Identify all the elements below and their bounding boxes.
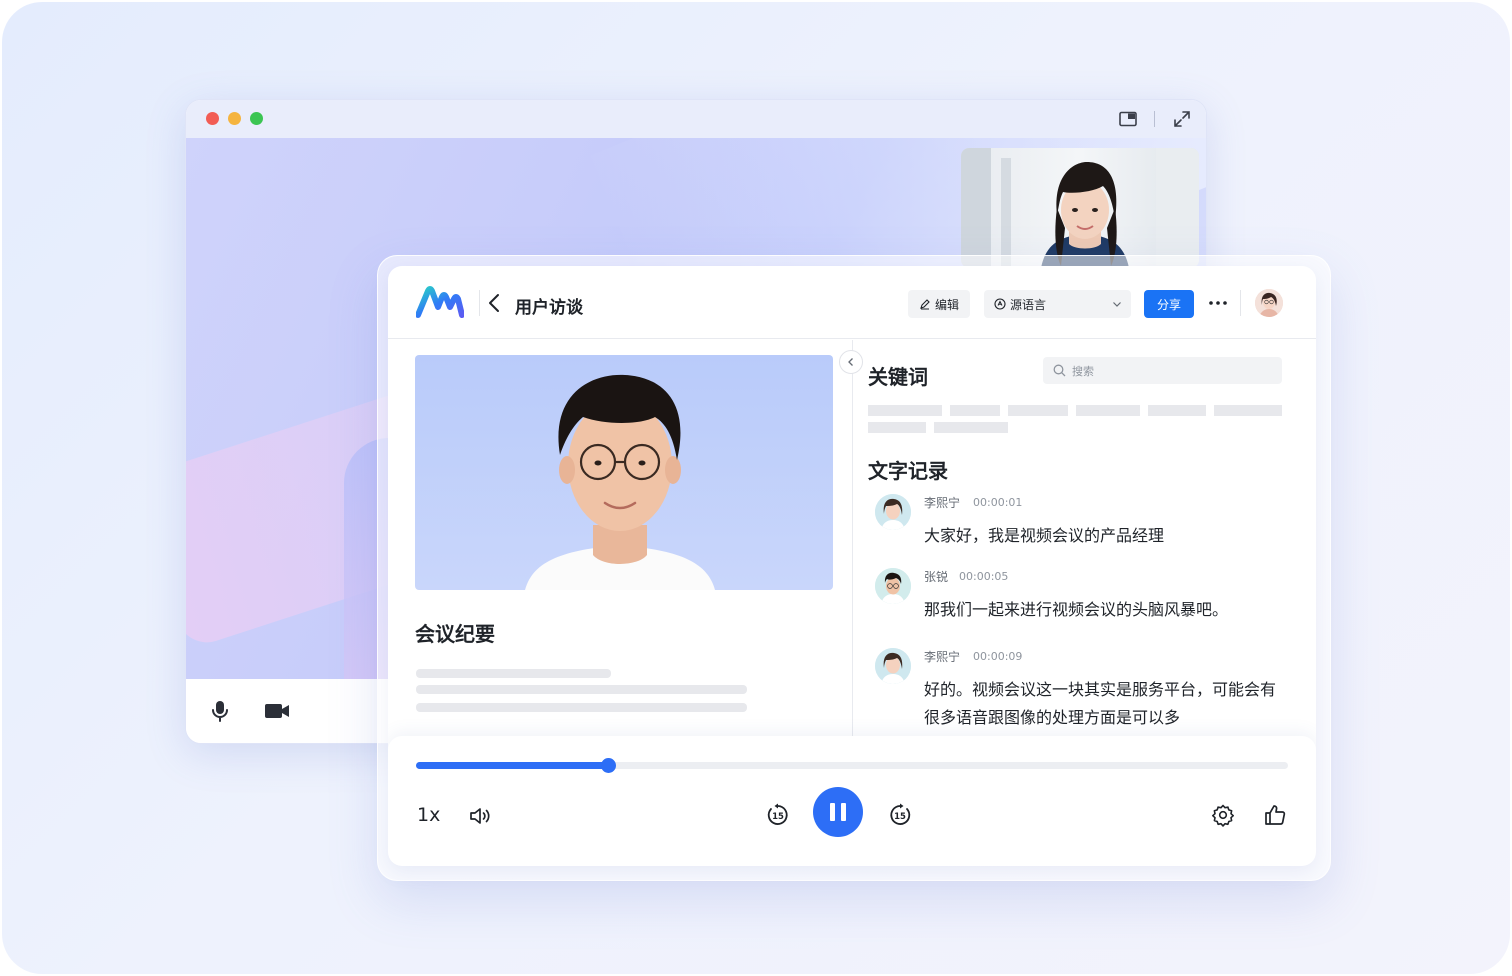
participant-woman-image bbox=[961, 148, 1199, 268]
header-divider bbox=[479, 290, 480, 316]
search-placeholder: 搜索 bbox=[1072, 364, 1094, 378]
edit-button[interactable]: 编辑 bbox=[908, 290, 970, 318]
pip-icon[interactable] bbox=[1118, 109, 1138, 129]
rewind-seconds: 15 bbox=[772, 812, 784, 822]
speaker-avatar bbox=[875, 648, 911, 684]
speaker-name: 张锐 bbox=[924, 570, 949, 584]
minimize-window-button[interactable] bbox=[228, 112, 241, 125]
camera-icon[interactable] bbox=[264, 699, 290, 723]
transcript-entry[interactable]: 张锐 00:00:05 那我们一起来进行视频会议的头脑风暴吧。 bbox=[875, 568, 1295, 628]
speaker-woman-image bbox=[875, 494, 911, 530]
titlebar-divider bbox=[1154, 111, 1155, 127]
keywords-title: 关键词 bbox=[868, 365, 928, 389]
keyword-tag[interactable] bbox=[868, 422, 926, 433]
microphone-icon[interactable] bbox=[208, 699, 232, 723]
entry-timestamp: 00:00:01 bbox=[973, 496, 1023, 509]
app-header: 用户访谈 编辑 源语言 分享 bbox=[388, 266, 1316, 339]
interviewee-video[interactable] bbox=[415, 355, 833, 590]
close-window-button[interactable] bbox=[206, 112, 219, 125]
window-titlebar bbox=[186, 100, 1206, 138]
keyword-tag[interactable] bbox=[1076, 405, 1140, 416]
speaker-avatar bbox=[875, 494, 911, 530]
back-icon[interactable] bbox=[486, 292, 504, 314]
keyword-tag[interactable] bbox=[950, 405, 1000, 416]
entry-text: 那我们一起来进行视频会议的头脑风暴吧。 bbox=[924, 600, 1229, 619]
chevron-left-icon bbox=[848, 358, 853, 366]
more-icon[interactable] bbox=[1206, 293, 1230, 313]
media-player: 1x 15 15 bbox=[388, 736, 1316, 866]
speaker-man-image bbox=[875, 568, 911, 604]
pause-button[interactable] bbox=[813, 787, 863, 837]
progress-track[interactable] bbox=[416, 758, 1288, 773]
speaker-woman-image bbox=[875, 648, 911, 684]
search-icon bbox=[1053, 364, 1066, 377]
playback-speed-button[interactable]: 1x bbox=[417, 804, 440, 826]
entry-timestamp: 00:00:09 bbox=[973, 650, 1023, 663]
rewind-15-icon[interactable]: 15 bbox=[765, 802, 791, 828]
settings-icon[interactable] bbox=[1211, 803, 1235, 827]
edit-label: 编辑 bbox=[934, 297, 959, 312]
meeting-record-app: 用户访谈 编辑 源语言 分享 会议纪要 关键词 搜索 文字记录 李熙宁 00:0… bbox=[388, 266, 1316, 866]
forward-15-icon[interactable]: 15 bbox=[887, 802, 913, 828]
transcript-entry[interactable]: 李熙宁 00:00:01 大家好，我是视频会议的产品经理 bbox=[875, 494, 1295, 554]
page-title: 用户访谈 bbox=[515, 298, 583, 318]
transcript-entry[interactable]: 李熙宁 00:00:09 好的。视频会议这一块其实是服务平台，可能会有很多语音跟… bbox=[875, 648, 1295, 740]
keyword-tag[interactable] bbox=[868, 405, 942, 416]
translate-icon bbox=[994, 298, 1006, 310]
keyword-tag[interactable] bbox=[1214, 405, 1282, 416]
header-divider bbox=[1240, 290, 1241, 316]
pause-icon bbox=[841, 803, 846, 821]
keyword-tag[interactable] bbox=[1008, 405, 1068, 416]
app-logo bbox=[416, 286, 464, 318]
summary-placeholder-line bbox=[416, 685, 747, 694]
search-input[interactable]: 搜索 bbox=[1043, 357, 1282, 384]
keyword-tag[interactable] bbox=[934, 422, 1008, 433]
fullscreen-icon[interactable] bbox=[1172, 109, 1192, 129]
edit-icon bbox=[920, 299, 930, 310]
summary-placeholder-line bbox=[416, 669, 611, 678]
entry-text: 大家好，我是视频会议的产品经理 bbox=[924, 526, 1165, 545]
maximize-window-button[interactable] bbox=[250, 112, 263, 125]
participant-thumbnail[interactable] bbox=[961, 148, 1199, 268]
forward-seconds: 15 bbox=[894, 812, 906, 822]
speaker-name: 李熙宁 bbox=[924, 496, 961, 510]
volume-icon[interactable] bbox=[468, 804, 492, 828]
keyword-tag[interactable] bbox=[1148, 405, 1206, 416]
entry-timestamp: 00:00:05 bbox=[959, 570, 1009, 583]
interviewee-man-image bbox=[525, 374, 715, 590]
user-avatar-image bbox=[1255, 289, 1283, 317]
collapse-panel-button[interactable] bbox=[839, 350, 863, 374]
language-label: 源语言 bbox=[1010, 297, 1047, 312]
progress-fill bbox=[416, 762, 608, 769]
entry-text: 好的。视频会议这一块其实是服务平台，可能会有很多语音跟图像的处理方面是可以多 bbox=[924, 680, 1277, 727]
transcript-title: 文字记录 bbox=[868, 459, 948, 483]
share-button[interactable]: 分享 bbox=[1144, 290, 1194, 318]
summary-placeholder-line bbox=[416, 703, 747, 712]
progress-handle[interactable] bbox=[600, 758, 616, 773]
user-avatar[interactable] bbox=[1255, 289, 1283, 317]
column-divider bbox=[852, 340, 853, 740]
chevron-down-icon bbox=[1113, 302, 1121, 307]
thumbs-up-icon[interactable] bbox=[1263, 803, 1287, 827]
language-select[interactable]: 源语言 bbox=[984, 290, 1131, 318]
pause-icon bbox=[830, 803, 835, 821]
speaker-name: 李熙宁 bbox=[924, 650, 961, 664]
speaker-avatar bbox=[875, 568, 911, 604]
summary-title: 会议纪要 bbox=[415, 622, 495, 646]
